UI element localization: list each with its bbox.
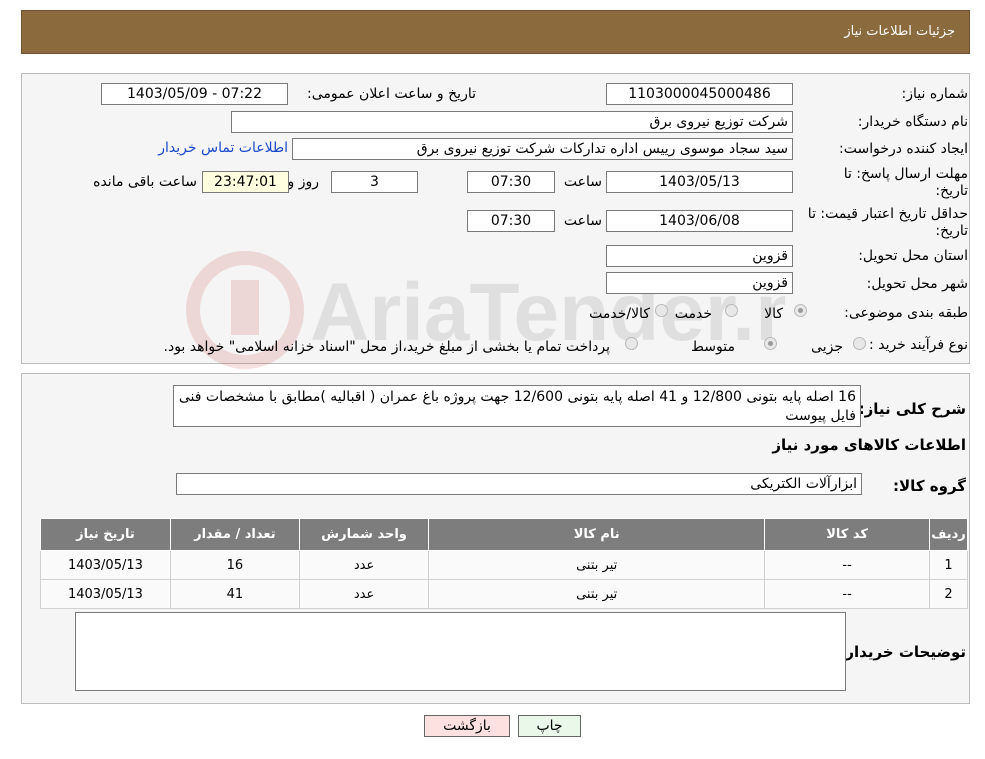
deadline-label: مهلت ارسال پاسخ: تا [843, 166, 968, 182]
cell-unit: عدد [298, 550, 430, 580]
remaining-label: ساعت باقی مانده [93, 174, 197, 190]
cell-unit: عدد [298, 579, 430, 609]
cell-goods-name: تیر بتنی [428, 579, 766, 609]
goods-table: ردیف کد کالا نام کالا واحد شمارش تعداد /… [40, 518, 968, 609]
buyer-org-field: شرکت توزیع نیروی برق [231, 111, 793, 133]
goods-group-field: ابزارآلات الکتریکی [176, 473, 862, 495]
creator-label: ایجاد کننده درخواست: [839, 141, 968, 157]
category-option-goods-service: کالا/خدمت [589, 306, 650, 322]
category-radio-goods-service[interactable] [655, 304, 668, 317]
city-field: قزوین [606, 272, 793, 294]
back-button[interactable]: بازگشت [424, 715, 510, 737]
announce-label: تاریخ و ساعت اعلان عمومی: [307, 86, 476, 102]
goods-info-title: اطلاعات کالاهای مورد نیاز [772, 436, 966, 454]
col-quantity: تعداد / مقدار [169, 518, 300, 551]
category-option-goods: کالا [764, 306, 783, 322]
col-need-date: تاریخ نیاز [40, 518, 171, 551]
page-header: جزئیات اطلاعات نیاز [21, 10, 970, 54]
treasury-checkbox[interactable] [625, 337, 638, 350]
deadline-time-label: ساعت [563, 174, 602, 190]
cell-need-date: 1403/05/13 [40, 550, 171, 580]
table-row: 1 -- تیر بتنی عدد 16 1403/05/13 [40, 550, 968, 580]
days-label: روز و [287, 174, 320, 190]
cell-quantity: 41 [169, 579, 300, 609]
buyer-contact-link[interactable]: اطلاعات تماس خریدار [158, 140, 288, 156]
purchase-note: پرداخت تمام یا بخشی از مبلغ خرید،از محل … [163, 339, 610, 355]
col-unit: واحد شمارش [298, 518, 430, 551]
need-number-field: 1103000045000486 [606, 83, 793, 105]
col-row-number: ردیف [929, 518, 968, 551]
deadline-label-date: تاریخ: [935, 183, 968, 199]
buyer-org-label: نام دستگاه خریدار: [857, 114, 968, 130]
purchase-radio-minor[interactable] [853, 337, 866, 350]
validity-time-field: 07:30 [467, 210, 555, 232]
cell-quantity: 16 [169, 550, 300, 580]
need-number-label: شماره نیاز: [901, 86, 969, 102]
category-radio-goods[interactable] [794, 304, 807, 317]
category-radio-service[interactable] [725, 304, 738, 317]
purchase-type-label: نوع فرآیند خرید : [869, 337, 968, 353]
category-label: طبقه بندی موضوعی: [844, 305, 968, 321]
province-field: قزوین [606, 245, 793, 267]
remaining-time-field: 23:47:01 [202, 171, 289, 193]
creator-field: سید سجاد موسوی رییس اداره تدارکات شرکت ت… [292, 138, 793, 160]
deadline-time-field: 07:30 [467, 171, 555, 193]
purchase-option-minor: جزیی [811, 339, 843, 355]
announce-field: 1403/05/09 - 07:22 [101, 83, 288, 105]
col-goods-name: نام کالا [428, 518, 766, 551]
validity-label-date: تاریخ: [935, 223, 968, 239]
cell-row-number: 1 [929, 550, 968, 580]
province-label: استان محل تحویل: [858, 248, 968, 264]
cell-goods-code: -- [764, 550, 931, 580]
cell-goods-name: تیر بتنی [428, 550, 766, 580]
description-field[interactable]: 16 اصله پایه بتونی 12/800 و 41 اصله پایه… [173, 385, 861, 427]
description-label: شرح کلی نیاز: [858, 400, 966, 418]
buyer-notes-label: توضیحات خریدار: [839, 643, 966, 661]
validity-date-field: 1403/06/08 [606, 210, 793, 232]
goods-table-header: ردیف کد کالا نام کالا واحد شمارش تعداد /… [40, 518, 968, 551]
purchase-option-medium: متوسط [691, 339, 735, 355]
category-option-service: خدمت [674, 306, 712, 322]
buyer-notes-field[interactable] [75, 612, 846, 691]
goods-group-label: گروه کالا: [893, 477, 966, 495]
purchase-radio-medium[interactable] [764, 337, 777, 350]
city-label: شهر محل تحویل: [866, 276, 968, 292]
print-button[interactable]: چاپ [518, 715, 581, 737]
cell-goods-code: -- [764, 579, 931, 609]
validity-label: حداقل تاریخ اعتبار قیمت: تا [807, 206, 968, 222]
cell-need-date: 1403/05/13 [40, 579, 171, 609]
validity-time-label: ساعت [563, 213, 602, 229]
col-goods-code: کد کالا [764, 518, 931, 551]
deadline-date-field: 1403/05/13 [606, 171, 793, 193]
table-row: 2 -- تیر بتنی عدد 41 1403/05/13 [40, 579, 968, 609]
page-title: جزئیات اطلاعات نیاز [844, 24, 955, 39]
cell-row-number: 2 [929, 579, 968, 609]
days-field: 3 [331, 171, 418, 193]
